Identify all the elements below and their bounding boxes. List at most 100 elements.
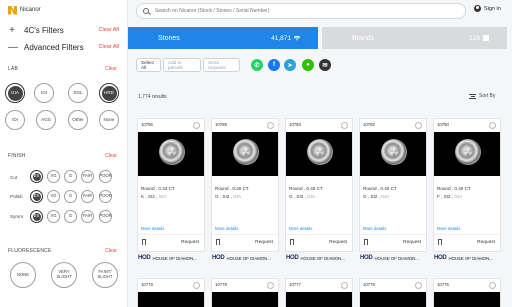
- facebook-icon[interactable]: f: [268, 59, 280, 71]
- whatsapp-icon[interactable]: ✆: [251, 59, 263, 71]
- sort-by-button[interactable]: Sort By: [469, 93, 495, 99]
- add-to-parcels-button[interactable]: Add to parcels: [163, 58, 201, 72]
- card-select-checkbox[interactable]: [193, 282, 200, 289]
- cut-vg[interactable]: VG: [47, 170, 60, 183]
- bookmark-icon[interactable]: [364, 239, 368, 245]
- finish-clear-link[interactable]: Clear: [105, 153, 117, 159]
- card-footer: Request: [286, 234, 352, 252]
- product-card[interactable]: 10783 Round , 0.40 CT G , SI2 , GIA More…: [285, 118, 353, 252]
- wechat-icon[interactable]: ●: [302, 59, 314, 71]
- card-select-checkbox[interactable]: [267, 282, 274, 289]
- diamond-image[interactable]: [434, 132, 500, 176]
- email-icon[interactable]: ✉: [319, 59, 331, 71]
- card-select-checkbox[interactable]: [341, 282, 348, 289]
- lab-option-other[interactable]: Other: [68, 110, 88, 130]
- polish-fair[interactable]: FAIR: [81, 190, 94, 203]
- diamond-image[interactable]: [286, 292, 352, 307]
- cut-ex[interactable]: EX: [30, 170, 43, 183]
- cut-fair[interactable]: FAIR: [81, 170, 94, 183]
- symm-vg[interactable]: VG: [47, 210, 60, 223]
- telegram-icon[interactable]: ➤: [284, 59, 296, 71]
- card-select-checkbox[interactable]: [341, 122, 348, 129]
- more-details-link[interactable]: More details: [363, 226, 386, 231]
- lab-option-ags[interactable]: AGS: [36, 110, 56, 130]
- fourc-filters-toggle[interactable]: + 4C's Filters: [8, 25, 64, 36]
- lab-clear-link[interactable]: Clear: [105, 66, 117, 72]
- diamond-image[interactable]: [138, 292, 204, 307]
- bookmark-icon[interactable]: [290, 239, 294, 245]
- card-select-checkbox[interactable]: [489, 122, 496, 129]
- advanced-clear-all-link[interactable]: Clear All: [99, 44, 119, 50]
- card-brand[interactable]: HOD HOUSE OF DIAMON...: [360, 255, 419, 261]
- product-card[interactable]: 10776: [359, 278, 427, 307]
- request-button[interactable]: Request: [477, 240, 495, 245]
- card-brand[interactable]: HOD HOUSE OF DIAMON...: [212, 255, 271, 261]
- product-card[interactable]: 10778: [211, 278, 279, 307]
- diamond-image[interactable]: [212, 132, 278, 176]
- diamond-image[interactable]: [286, 132, 352, 176]
- diamond-image[interactable]: [360, 292, 426, 307]
- advanced-filters-toggle[interactable]: — Advanced Filters: [8, 42, 84, 53]
- request-button[interactable]: Request: [403, 240, 421, 245]
- product-card[interactable]: 10779: [137, 278, 205, 307]
- sign-in-button[interactable]: Sign in: [474, 5, 501, 12]
- tab-stones[interactable]: Stones 41,871: [128, 27, 318, 49]
- card-brand[interactable]: HOD HOUSE OF DIAMON...: [286, 255, 345, 261]
- product-card[interactable]: 10780 Round , 0.40 CT F , SI2 , GIA More…: [433, 118, 501, 252]
- request-button[interactable]: Request: [329, 240, 347, 245]
- lab-option-sgl[interactable]: SGL: [68, 83, 88, 103]
- more-details-link[interactable]: More details: [141, 226, 164, 231]
- more-details-link[interactable]: More details: [289, 226, 312, 231]
- more-details-link[interactable]: More details: [215, 226, 238, 231]
- fluorescence-very-slight[interactable]: VERY SLIGHT: [51, 262, 77, 288]
- fluorescence-clear-link[interactable]: Clear: [105, 248, 117, 254]
- polish-g[interactable]: G: [64, 190, 77, 203]
- bookmark-icon[interactable]: [438, 239, 442, 245]
- card-select-checkbox[interactable]: [415, 282, 422, 289]
- polish-vg[interactable]: VG: [47, 190, 60, 203]
- diamond-image[interactable]: [434, 292, 500, 307]
- symm-ex[interactable]: EX: [30, 210, 43, 223]
- bookmark-icon[interactable]: [142, 239, 146, 245]
- card-select-checkbox[interactable]: [489, 282, 496, 289]
- product-card[interactable]: 10782 Round , 0.40 CT G , SI2 , GIA More…: [359, 118, 427, 252]
- symm-g[interactable]: G: [64, 210, 77, 223]
- card-brand[interactable]: HOD HOUSE OF DIAMON...: [434, 255, 493, 261]
- card-select-checkbox[interactable]: [415, 122, 422, 129]
- lab-option-igi[interactable]: IGI: [34, 83, 54, 103]
- product-card[interactable]: 10786 Round , 0.33 CT K , SI2 , GIA More…: [137, 118, 205, 252]
- cut-poor[interactable]: POOR: [99, 170, 112, 183]
- logo[interactable]: Nicanor: [8, 4, 41, 16]
- symm-fair[interactable]: FAIR: [81, 210, 94, 223]
- diamond-image[interactable]: [212, 292, 278, 307]
- more-details-link[interactable]: More details: [437, 226, 460, 231]
- lab-option-idi[interactable]: IDI: [5, 110, 25, 130]
- fluorescence-none[interactable]: NONE: [10, 262, 36, 288]
- symm-poor[interactable]: POOR: [99, 210, 112, 223]
- fourc-clear-all-link[interactable]: Clear All: [99, 27, 119, 33]
- card-brand[interactable]: HOD HOUSE OF DIAMON...: [138, 255, 197, 261]
- bookmark-icon[interactable]: [216, 239, 220, 245]
- diamond-image[interactable]: [360, 132, 426, 176]
- search-bar[interactable]: [136, 3, 466, 19]
- lab-option-none[interactable]: None: [99, 110, 119, 130]
- fluorescence-faint-slight[interactable]: FAINT/ SLIGHT: [92, 262, 118, 288]
- cut-g[interactable]: G: [64, 170, 77, 183]
- tab-brands[interactable]: Brands 125: [322, 27, 507, 49]
- card-select-checkbox[interactable]: [267, 122, 274, 129]
- request-button[interactable]: Request: [255, 240, 273, 245]
- polish-poor[interactable]: POOR: [99, 190, 112, 203]
- card-select-checkbox[interactable]: [193, 122, 200, 129]
- brand-name: HOUSE OF DIAMON...: [152, 255, 197, 261]
- lab-option-hrd[interactable]: HRD: [99, 83, 119, 103]
- lab-option-gia[interactable]: GIA: [5, 83, 25, 103]
- product-card[interactable]: 10775: [433, 278, 501, 307]
- send-requests-button[interactable]: Send requests: [203, 58, 240, 72]
- diamond-image[interactable]: [138, 132, 204, 176]
- product-card[interactable]: 10777: [285, 278, 353, 307]
- search-input[interactable]: [155, 8, 455, 14]
- product-card[interactable]: 10785 Round , 0.40 CT G , SI2 , GIA More…: [211, 118, 279, 252]
- select-all-button[interactable]: Select All: [136, 58, 161, 72]
- request-button[interactable]: Request: [181, 240, 199, 245]
- polish-ex[interactable]: EX: [30, 190, 43, 203]
